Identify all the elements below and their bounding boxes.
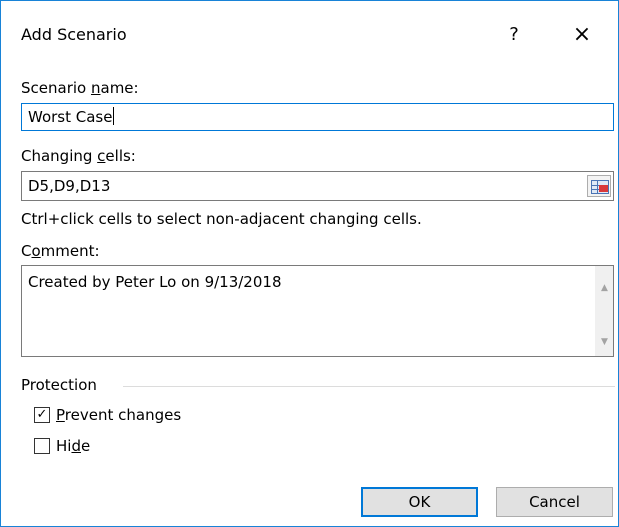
dialog-title: Add Scenario <box>21 25 127 44</box>
comment-scrollbar[interactable]: ▲ ▼ <box>595 266 613 356</box>
ok-button[interactable]: OK <box>361 487 478 517</box>
text-caret <box>113 107 115 125</box>
comment-label: Comment: <box>21 242 100 260</box>
range-selector-arrow-icon <box>599 185 608 192</box>
prevent-changes-checkbox[interactable]: ✓ <box>34 407 50 423</box>
scroll-up-icon[interactable]: ▲ <box>596 280 613 297</box>
scroll-down-icon[interactable]: ▼ <box>596 334 613 351</box>
prevent-changes-label: Prevent changes <box>56 406 182 424</box>
protection-divider <box>123 386 615 387</box>
add-scenario-dialog: Add Scenario ? × Scenario name: Worst Ca… <box>0 0 619 527</box>
scenario-name-input[interactable]: Worst Case <box>21 103 614 131</box>
changing-cells-value: D5,D9,D13 <box>28 177 111 195</box>
comment-textarea[interactable]: Created by Peter Lo on 9/13/2018 ▲ ▼ <box>21 265 614 357</box>
scenario-name-label: Scenario name: <box>21 79 139 97</box>
range-selector-button[interactable] <box>587 175 611 197</box>
scenario-name-value: Worst Case <box>28 108 113 126</box>
changing-cells-label: Changing cells: <box>21 147 136 165</box>
changing-cells-input[interactable]: D5,D9,D13 <box>21 171 614 201</box>
protection-heading: Protection <box>21 376 97 394</box>
cancel-button[interactable]: Cancel <box>496 487 613 517</box>
comment-value: Created by Peter Lo on 9/13/2018 <box>28 273 282 291</box>
title-bar: Add Scenario ? × <box>1 1 618 61</box>
hide-option[interactable]: Hide <box>34 435 90 457</box>
check-icon: ✓ <box>36 407 48 422</box>
prevent-changes-option[interactable]: ✓ Prevent changes <box>34 404 181 426</box>
hide-label: Hide <box>56 437 91 455</box>
hide-checkbox[interactable] <box>34 438 50 454</box>
help-button[interactable]: ? <box>499 20 529 50</box>
close-button[interactable]: × <box>564 19 600 51</box>
changing-cells-hint: Ctrl+click cells to select non-adjacent … <box>21 210 422 228</box>
